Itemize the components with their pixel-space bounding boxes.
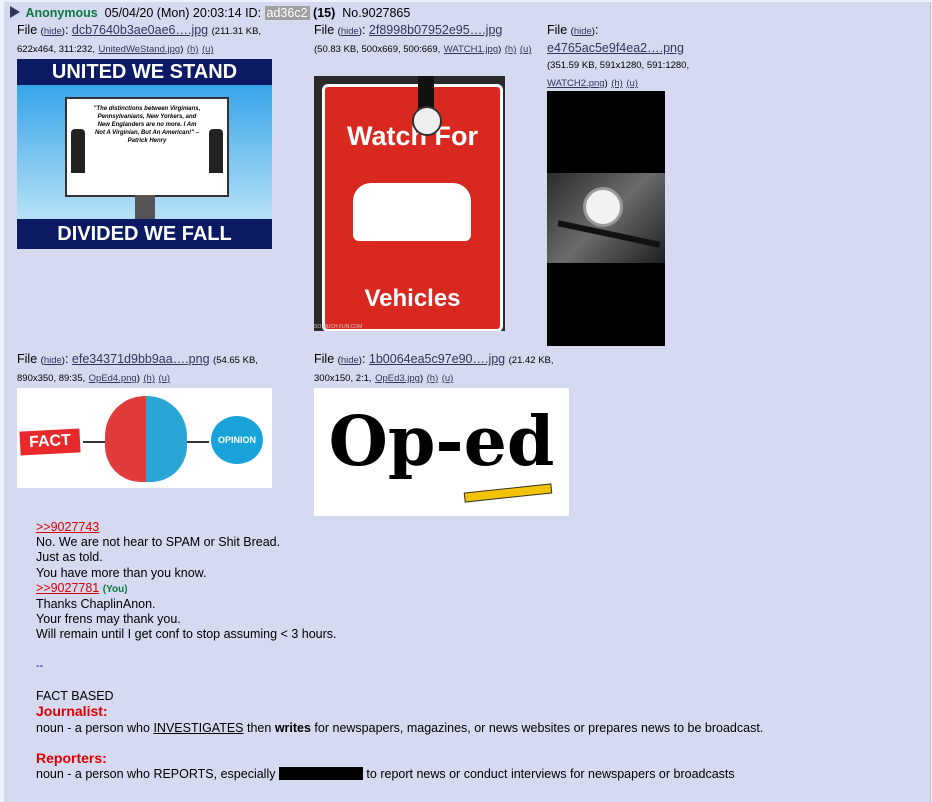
heading-reporters: Reporters: — [36, 750, 107, 767]
original-filename-link[interactable]: OpEd4.png — [89, 373, 137, 384]
billboard: "The distinctions between Virginians, Pe… — [65, 97, 229, 197]
hide-link[interactable]: hide — [341, 355, 359, 366]
thumbnail-watch-pen[interactable] — [547, 91, 665, 346]
body-line: Thanks ChaplinAnon. — [36, 597, 156, 612]
file-label: File — [547, 23, 568, 37]
poster-name: Anonymous — [25, 6, 98, 20]
thumb-bottom-text: DIVIDED WE FALL — [17, 219, 272, 249]
post-header: Anonymous 05/04/20 (Mon) 20:03:14 ID: ad… — [10, 6, 410, 20]
u-link[interactable]: (u) — [626, 78, 638, 89]
signature-separator: -- — [36, 659, 44, 672]
u-link[interactable]: (u) — [158, 373, 170, 384]
soldier-left-icon — [71, 129, 85, 173]
u-link[interactable]: (u) — [202, 44, 214, 55]
h-link[interactable]: (h) — [187, 44, 199, 55]
body-line: Your frens may thank you. — [36, 612, 181, 627]
hide-link[interactable]: hide — [44, 26, 62, 37]
file-meta: (351.59 KB, 591x1280, 591:1280, — [547, 60, 690, 71]
op-ed-text: Op-ed — [328, 402, 555, 482]
hide-link[interactable]: hide — [574, 26, 592, 37]
watch-face-icon — [412, 106, 442, 136]
you-marker: (You) — [102, 583, 128, 595]
file-name-link[interactable]: e4765ac5e9f4ea2….png — [547, 41, 684, 55]
file-name-link[interactable]: 1b0064ea5c97e90….jpg — [369, 352, 505, 366]
post-body: >>9027743 No. We are not hear to SPAM or… — [36, 520, 916, 782]
heading-journalist: Journalist: — [36, 703, 108, 720]
reporters-def: noun - a person who REPORTS, especially … — [36, 767, 735, 782]
file-label: File — [314, 23, 335, 37]
file-info-2: File (hide): 2f8998b07952e95….jpg (50.83… — [314, 23, 532, 55]
poster-post-count: (15) — [313, 6, 336, 20]
post-datetime: 05/04/20 (Mon) 20:03:14 — [104, 6, 242, 20]
connector-line — [83, 441, 105, 443]
thumbnail-op-ed[interactable]: Op-ed — [314, 388, 569, 516]
body-line: You have more than you know. — [36, 565, 207, 580]
file-info-5: File (hide): 1b0064ea5c97e90….jpg (21.42… — [314, 352, 554, 384]
hide-link[interactable]: hide — [341, 26, 359, 37]
file-meta: (50.83 KB, 500x669, 500:669, — [314, 44, 441, 55]
pencil-icon — [463, 483, 553, 503]
thumbnail-watch-for-vehicles[interactable]: Watch For Vehicles SO MUCH FUN.COM — [314, 76, 505, 331]
u-link[interactable]: (u) — [442, 373, 454, 384]
poster-id[interactable]: ad36c2 — [264, 6, 310, 20]
file-name-link[interactable]: 2f8998b07952e95….jpg — [369, 23, 502, 37]
thumbnail-united-we-stand[interactable]: UNITED WE STAND "The distinctions betwee… — [17, 59, 272, 249]
thumb-top-text: UNITED WE STAND — [17, 59, 272, 85]
file-label: File — [17, 352, 38, 366]
hide-link[interactable]: hide — [44, 355, 62, 366]
post-menu-triangle-icon[interactable] — [10, 6, 20, 18]
billboard-pole — [135, 195, 155, 219]
watch-face-icon — [583, 187, 623, 227]
file-label: File — [314, 352, 335, 366]
original-filename-link[interactable]: WATCH2.png — [547, 78, 605, 89]
body-line: FACT BASED — [36, 689, 114, 704]
h-link[interactable]: (h) — [505, 44, 517, 55]
u-link[interactable]: (u) — [520, 44, 532, 55]
opinion-bubble: OPINION — [211, 416, 263, 464]
original-filename-link[interactable]: UnitedWeStand.jpg — [99, 44, 181, 55]
sign-bottom-text: Vehicles — [364, 285, 461, 312]
body-line: Just as told. — [36, 550, 103, 565]
file-label: File — [17, 23, 38, 37]
h-link[interactable]: (h) — [427, 373, 439, 384]
quote-link-2[interactable]: >>9027781 — [36, 581, 99, 595]
original-filename-link[interactable]: OpEd3.jpg — [375, 373, 420, 384]
h-link[interactable]: (h) — [143, 373, 155, 384]
image-credit: SO MUCH FUN.COM — [314, 324, 363, 330]
original-filename-link[interactable]: WATCH1.jpg — [444, 44, 498, 55]
soldier-right-icon — [209, 129, 223, 173]
file-info-3: File (hide): e4765ac5e9f4ea2….png (351.5… — [547, 23, 690, 89]
file-name-link[interactable]: dcb7640b3ae0ae6….jpg — [72, 23, 208, 37]
quote-link-1[interactable]: >>9027743 — [36, 520, 99, 534]
body-line: Will remain until I get conf to stop ass… — [36, 627, 337, 642]
post-number-link[interactable]: No.9027865 — [342, 6, 410, 20]
journalist-def: noun - a person who INVESTIGATES then wr… — [36, 720, 764, 735]
file-name-link[interactable]: efe34371d9bb9aa….png — [72, 352, 210, 366]
id-label: ID: — [245, 6, 262, 20]
body-line: No. We are not hear to SPAM or Shit Brea… — [36, 535, 281, 550]
connector-line — [187, 441, 209, 443]
file-info-4: File (hide): efe34371d9bb9aa….png (54.65… — [17, 352, 258, 384]
thumbnail-fact-opinion[interactable]: FACT OPINION — [17, 388, 272, 488]
billboard-quote: "The distinctions between Virginians, Pe… — [93, 106, 201, 144]
file-info-1: File (hide): dcb7640b3ae0ae6….jpg (211.3… — [17, 23, 262, 55]
h-link[interactable]: (h) — [611, 78, 623, 89]
post: Anonymous 05/04/20 (Mon) 20:03:14 ID: ad… — [4, 2, 931, 802]
fact-label: FACT — [19, 428, 81, 456]
car-icon — [353, 183, 471, 241]
brain-icon — [105, 396, 187, 482]
redaction-box — [278, 767, 363, 781]
photo-band — [547, 173, 665, 263]
